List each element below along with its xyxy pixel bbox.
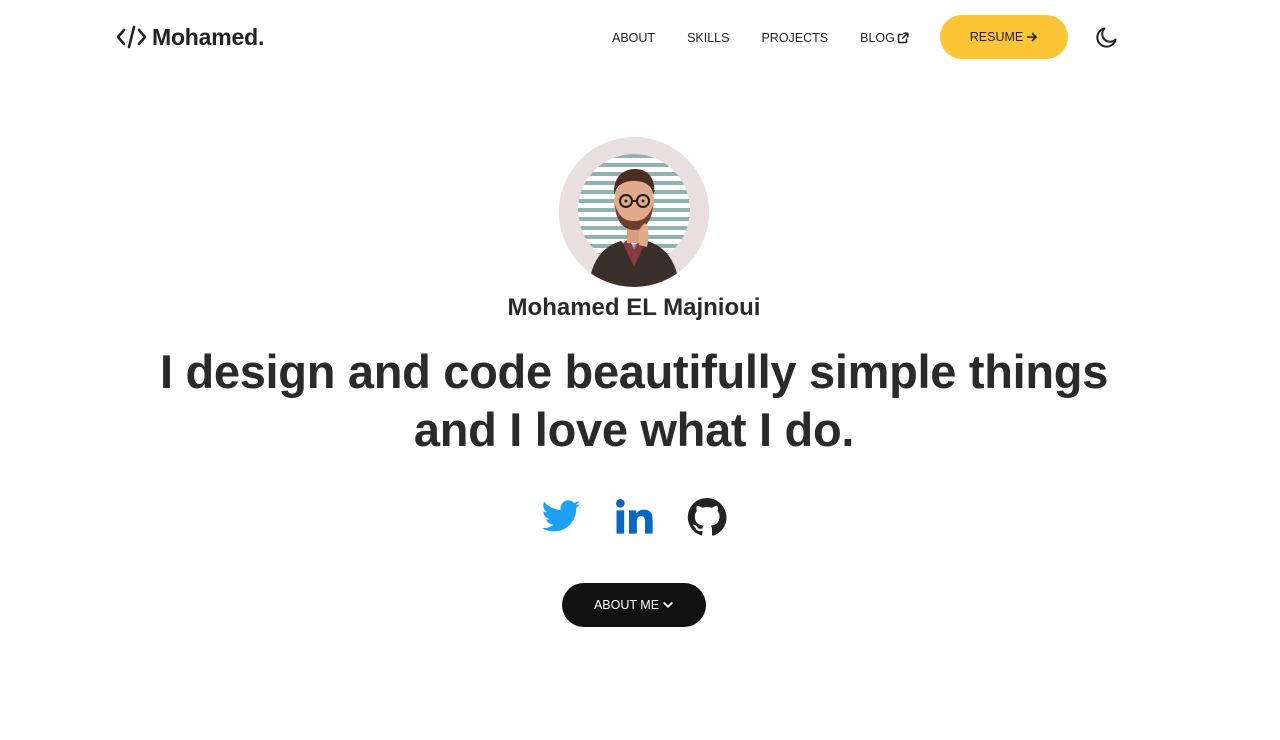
twitter-icon xyxy=(540,496,582,538)
nav-projects-label: PROJECTS xyxy=(761,31,829,45)
nav-about-label: ABOUT xyxy=(612,31,656,45)
nav-about[interactable]: ABOUT xyxy=(612,29,655,47)
about-me-label: ABOUT ME xyxy=(593,598,660,612)
github-link[interactable] xyxy=(686,496,728,538)
linkedin-link[interactable] xyxy=(613,496,655,538)
hero-tagline: I design and code beautifully simple thi… xyxy=(0,343,1268,459)
nav-skills[interactable]: SKILLS xyxy=(687,29,729,47)
brand-name: Mohamed. xyxy=(152,24,265,50)
moon-icon xyxy=(1094,24,1120,50)
avatar xyxy=(559,137,709,287)
code-icon xyxy=(116,22,147,52)
nav-blog-label: BLOG xyxy=(860,31,895,45)
site-header: Mohamed. ABOUT SKILLS PROJECTS BLOG RESU… xyxy=(0,0,1280,76)
nav-blog[interactable]: BLOG xyxy=(860,29,909,47)
resume-label: RESUME xyxy=(969,30,1024,44)
tagline-line-1: I design and code beautifully simple thi… xyxy=(159,345,1109,398)
nav-skills-label: SKILLS xyxy=(687,31,730,45)
main-nav: ABOUT SKILLS PROJECTS BLOG xyxy=(596,29,925,47)
github-icon xyxy=(687,497,727,537)
page: Mohamed. ABOUT SKILLS PROJECTS BLOG RESU… xyxy=(0,0,1280,740)
external-link-icon xyxy=(897,32,909,44)
arrow-right-icon xyxy=(1026,31,1038,43)
resume-button[interactable]: RESUME xyxy=(940,15,1068,59)
logo-link[interactable]: Mohamed. xyxy=(116,22,264,52)
hero-name: Mohamed EL Majnioui xyxy=(507,294,761,321)
social-links xyxy=(540,496,759,538)
theme-toggle-button[interactable] xyxy=(1094,24,1120,50)
twitter-link[interactable] xyxy=(540,496,582,538)
hero-section xyxy=(0,137,1280,287)
nav-projects[interactable]: PROJECTS xyxy=(761,29,828,47)
about-me-button[interactable]: ABOUT ME xyxy=(562,583,706,627)
tagline-line-2: and I love what I do. xyxy=(413,403,855,456)
linkedin-icon xyxy=(614,497,654,537)
chevron-down-icon xyxy=(662,599,674,611)
